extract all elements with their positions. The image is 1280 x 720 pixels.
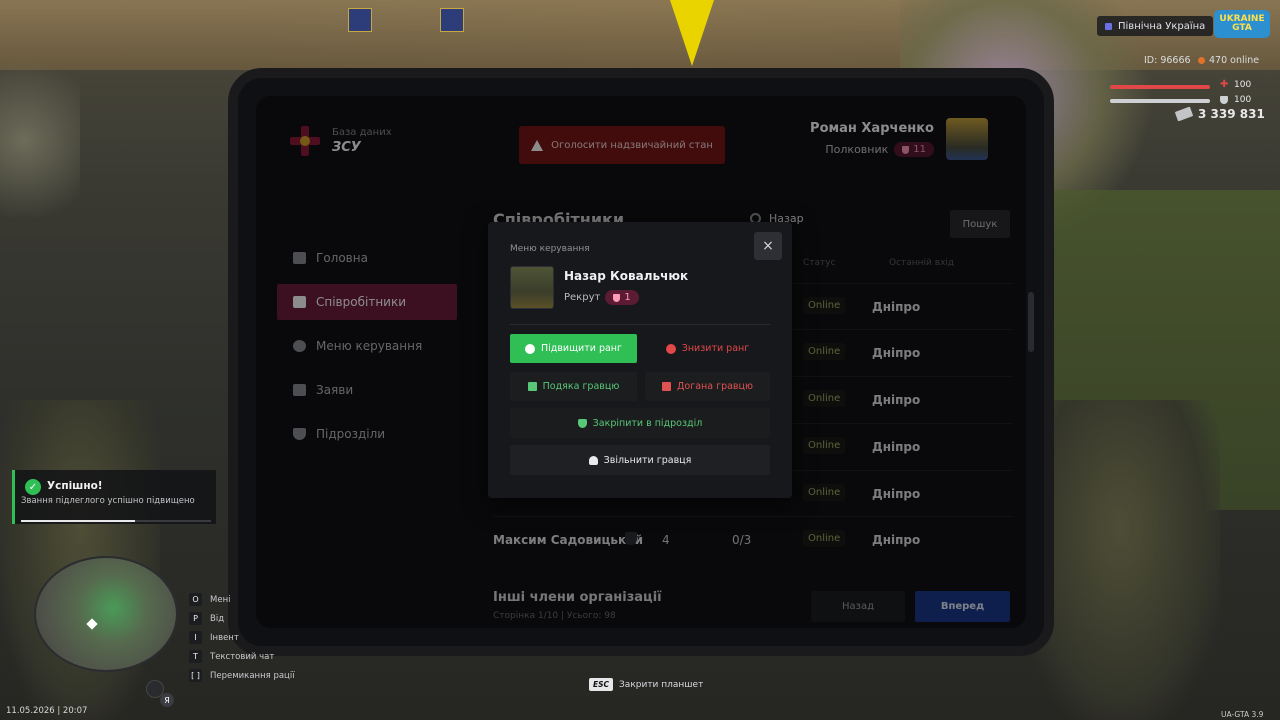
hint-label: Перемикання рації	[210, 670, 295, 681]
esc-key: ESC	[589, 678, 614, 691]
notification-title: Успішно!	[47, 480, 103, 492]
player-rank-row: Рекрут 1	[564, 290, 639, 305]
check-icon: ✓	[25, 479, 41, 495]
player-name: Назар Ковальчюк	[564, 269, 689, 283]
arrow-down-icon	[665, 343, 676, 354]
keybind-hints: O Мені P Від I Інвент T Текстовий чат [ …	[189, 590, 295, 685]
hint-label: Мені	[210, 594, 231, 605]
money-display: 3 339 831	[1174, 106, 1265, 122]
server-name: Північна Україна	[1118, 20, 1206, 32]
hint-item: O Мені	[189, 590, 295, 609]
online-count: 470 online	[1209, 55, 1260, 66]
thanks-button[interactable]: Подяка гравцю	[510, 372, 637, 401]
notification-progress-fill	[21, 520, 135, 522]
close-tablet-label: Закрити планшет	[619, 679, 704, 690]
player-rank-level: 1	[624, 292, 631, 303]
online-dot-icon	[1198, 57, 1205, 64]
background-bush-left	[0, 40, 80, 240]
arrow-up-icon	[524, 343, 535, 354]
hint-key: I	[189, 631, 202, 644]
hint-item: [ ] Перемикання рації	[189, 666, 295, 685]
health-value: 100	[1234, 80, 1252, 90]
health-icon: ✚	[1220, 79, 1229, 90]
player-rank-badge: 1	[605, 290, 639, 305]
health-bar	[1110, 85, 1210, 89]
fire-player-button[interactable]: Звільнити гравця	[510, 445, 770, 475]
fire-label: Звільнити гравця	[603, 454, 692, 466]
assign-label: Закріпити в підрозділ	[592, 417, 703, 429]
promote-label: Підвищити ранг	[540, 343, 623, 354]
armor-value: 100	[1234, 95, 1252, 105]
online-counter: 470 online	[1198, 55, 1259, 66]
hint-key: [ ]	[189, 669, 202, 682]
hint-item: I Інвент	[189, 628, 295, 647]
demote-button[interactable]: Знизити ранг	[645, 334, 770, 363]
assign-unit-button[interactable]: Закріпити в підрозділ	[510, 408, 770, 438]
money-icon	[1174, 106, 1194, 122]
divider	[510, 324, 770, 325]
hint-label: Текстовий чат	[210, 651, 275, 662]
user-remove-icon	[588, 455, 598, 465]
reprimand-button[interactable]: Догана гравцю	[645, 372, 770, 401]
background-marker-beam	[670, 0, 714, 66]
hint-item: T Текстовий чат	[189, 647, 295, 666]
minimap	[34, 556, 178, 672]
armor-icon	[1220, 96, 1228, 104]
reprimand-label: Догана гравцю	[676, 381, 753, 392]
thumbs-up-icon	[527, 382, 537, 391]
demote-label: Знизити ранг	[681, 343, 750, 354]
success-notification: ✓ Успішно! Звання підлеглого успішно під…	[12, 470, 216, 524]
hint-key: O	[189, 593, 202, 606]
notification-text: Звання підлеглого успішно підвищено	[21, 496, 195, 506]
close-tablet-hint: ESC Закрити планшет	[589, 678, 703, 691]
player-id: ID: 96666	[1144, 55, 1191, 66]
thumbs-down-icon	[661, 382, 671, 391]
promote-button[interactable]: Підвищити ранг	[510, 334, 637, 363]
hint-key: T	[189, 650, 202, 663]
hint-label: Від	[210, 613, 225, 624]
close-icon[interactable]: ×	[754, 232, 782, 260]
hint-item: P Від	[189, 609, 295, 628]
control-menu-modal: Меню керування × Назар Ковальчюк Рекрут …	[488, 222, 792, 498]
hint-key: P	[189, 612, 202, 625]
notification-progress	[21, 520, 211, 522]
player-avatar	[510, 266, 554, 309]
modal-label: Меню керування	[510, 244, 590, 254]
background-flag-sign	[348, 8, 372, 32]
hint-label: Інвент	[210, 632, 239, 643]
shield-plus-icon	[577, 418, 587, 428]
game-logo: UKRAINE GTA	[1214, 10, 1270, 38]
money-value: 3 339 831	[1198, 107, 1265, 121]
version: UA-GTA 3.9	[1221, 710, 1264, 719]
server-tag: Північна Україна	[1097, 16, 1214, 36]
datetime: 11.05.2026 | 20:07	[6, 706, 88, 716]
armor-bar	[1110, 99, 1210, 103]
voice-indicator: Я	[160, 693, 174, 707]
table-scrollbar[interactable]	[1028, 292, 1034, 352]
thanks-label: Подяка гравцю	[542, 381, 620, 392]
rank-shield-icon	[613, 293, 621, 302]
server-flag-icon	[1105, 22, 1112, 30]
background-emblem-sign	[440, 8, 464, 32]
player-rank: Рекрут	[564, 292, 601, 303]
